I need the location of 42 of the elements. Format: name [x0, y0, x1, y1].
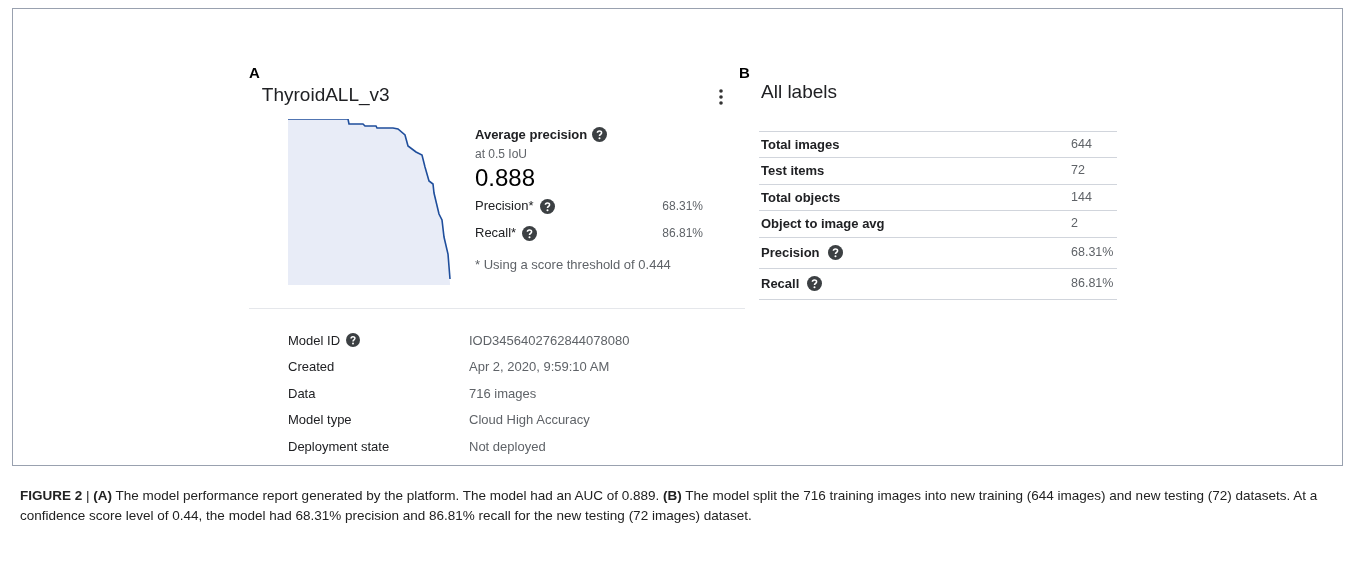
detail-label: Deployment state — [288, 437, 390, 456]
detail-value: 716 images — [469, 384, 537, 403]
stat-value: 86.81% — [1071, 275, 1115, 293]
panel-title: All labels — [761, 80, 839, 104]
stat-label: Total images — [761, 135, 840, 154]
metric-label: Recall* — [475, 224, 517, 243]
metric-heading: Average precision — [475, 126, 588, 144]
threshold-note: * Using a score threshold of 0.444 — [475, 255, 672, 274]
panel-letter: B — [739, 65, 751, 80]
help-icon[interactable] — [522, 225, 538, 241]
more-icon[interactable] — [719, 89, 723, 105]
detail-value: Cloud High Accuracy — [469, 411, 590, 429]
help-icon[interactable] — [827, 245, 843, 260]
detail-label: Model type — [288, 411, 352, 429]
help-icon[interactable] — [592, 127, 608, 143]
detail-value: Not deployed — [469, 437, 546, 456]
help-icon[interactable] — [346, 333, 361, 348]
help-icon[interactable] — [539, 198, 555, 214]
stat-value: 644 — [1071, 135, 1093, 153]
detail-value: Apr 2, 2020, 9:59:10 AM — [469, 358, 610, 376]
stat-label: Total objects — [761, 188, 841, 207]
stat-value: 2 — [1071, 215, 1079, 233]
detail-label: Model ID — [288, 331, 341, 350]
metric-subheading: at 0.5 IoU — [475, 145, 529, 163]
stat-label: Precision — [761, 243, 820, 262]
stat-value: 144 — [1071, 188, 1093, 206]
metric-number: 68.31% — [662, 198, 703, 215]
figure-caption: FIGURE 2 | (A) The model performance report generated by the platform. The model had an AUC of 0.889. (B) The model split the 716 training images into new training (644 images) and new testing (72) datasets. At a confidence score level of 0.44, the model had 68.31% precision and 86.81% recall for the new testing (72 images) dataset. — [20, 487, 1319, 525]
model-title: ThyroidALL_v3 — [261, 85, 390, 104]
detail-label: Data — [288, 384, 316, 403]
panel-letter: A — [249, 65, 260, 80]
metric-number: 86.81% — [662, 225, 703, 242]
detail-label: Created — [288, 358, 335, 376]
help-icon[interactable] — [807, 276, 823, 291]
stat-label: Object to image avg — [761, 215, 885, 233]
metric-label: Precision* — [475, 197, 534, 216]
stat-label: Recall — [761, 274, 800, 293]
detail-value: IOD3456402762844078080 — [469, 331, 630, 350]
stat-value: 72 — [1071, 162, 1086, 180]
metric-value: 0.888 — [475, 162, 537, 193]
stat-label: Test items — [761, 162, 825, 180]
stat-value: 68.31% — [1071, 244, 1115, 262]
